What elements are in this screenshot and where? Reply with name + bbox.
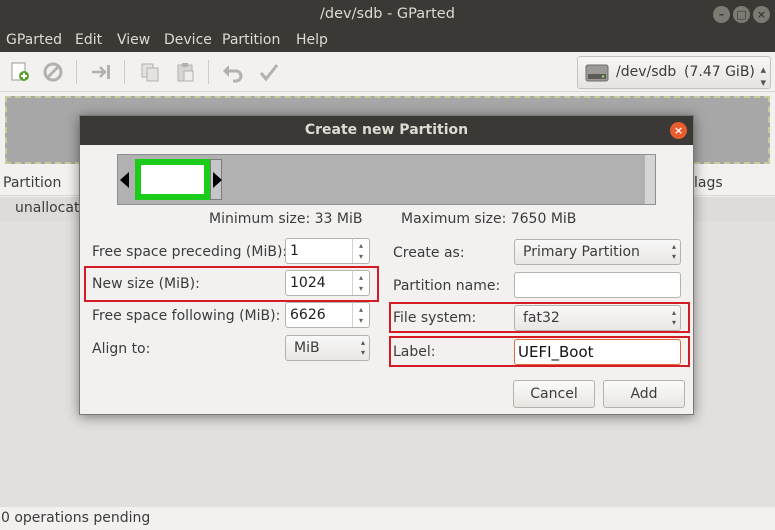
paste-icon[interactable] [174,61,196,83]
undo-icon[interactable] [222,61,244,83]
new-size-label: New size (MiB): [92,276,200,292]
hard-disk-icon [585,64,609,82]
file-system-select[interactable]: fat32 ▴ ▾ [514,305,681,331]
free-space-following-spinner[interactable]: 6626 ▴ ▾ [285,302,370,328]
device-selector[interactable]: /dev/sdb (7.47 GiB) ▴ ▾ [577,56,771,89]
free-space-preceding-value: 1 [290,243,299,259]
label-field[interactable]: UEFI_Boot [514,339,681,365]
minimize-icon[interactable]: – [713,6,730,23]
label-label: Label: [393,344,436,360]
close-icon[interactable]: × [670,122,687,139]
toolbar-separator [208,60,209,84]
copy-icon[interactable] [139,61,161,83]
preview-end [645,155,655,204]
dialog-title-bar: Create new Partition × [80,116,693,145]
new-partition-block[interactable] [135,159,210,200]
toolbar: /dev/sdb (7.47 GiB) ▴ ▾ [0,52,775,92]
label-value: UEFI_Boot [518,343,594,361]
align-to-select[interactable]: MiB ▴ ▾ [285,335,370,361]
menu-help[interactable]: Help [296,32,328,48]
minimum-size-text: Minimum size: 33 MiB [209,211,363,227]
device-size: (7.47 GiB) [684,64,755,80]
free-space-preceding-label: Free space preceding (MiB): [92,244,288,260]
left-resize-handle-icon[interactable] [120,172,129,188]
menu-edit[interactable]: Edit [75,32,102,48]
toolbar-separator [76,60,77,84]
create-as-select[interactable]: Primary Partition ▴ ▾ [514,239,681,265]
add-button[interactable]: Add [603,380,685,408]
spinner-arrows-icon[interactable]: ▴ ▾ [352,303,369,327]
resize-move-icon[interactable] [90,61,112,83]
chevron-updown-icon: ▴ ▾ [360,338,365,357]
menu-device[interactable]: Device [164,32,212,48]
delete-icon[interactable] [42,61,64,83]
create-as-label: Create as: [393,245,465,261]
menu-partition[interactable]: Partition [222,32,280,48]
window-title: /dev/sdb - GParted [320,6,455,22]
align-to-label: Align to: [92,341,151,357]
new-partition-icon[interactable] [9,61,31,83]
menu-view[interactable]: View [117,32,150,48]
menu-bar: GParted Edit View Device Partition Help [0,30,775,52]
spinner-arrows-icon[interactable]: ▴ ▾ [352,239,369,263]
align-to-value: MiB [294,340,320,356]
status-text: 0 operations pending [1,510,151,526]
file-system-label: File system: [393,310,477,326]
partition-size-preview[interactable] [117,154,656,205]
maximize-icon[interactable]: □ [733,6,750,23]
free-space-following-value: 6626 [290,307,326,323]
new-size-value: 1024 [290,275,326,291]
free-space-following-label: Free space following (MiB): [92,308,281,324]
chevron-updown-icon: ▴ ▾ [671,308,676,327]
column-flags[interactable]: lags [694,175,723,191]
partition-name-field[interactable] [514,272,681,298]
cancel-button[interactable]: Cancel [513,380,595,408]
chevron-updown-icon: ▴ ▾ [671,242,676,261]
partition-name-label: Partition name: [393,278,501,294]
column-partition[interactable]: Partition [3,175,61,191]
file-system-value: fat32 [523,310,560,326]
menu-gparted[interactable]: GParted [6,32,62,48]
spinner-arrows-icon[interactable]: ▴ ▾ [352,271,369,295]
create-partition-dialog: Create new Partition × Minimum size: 33 … [79,115,694,415]
right-resize-handle-icon[interactable] [213,172,222,188]
new-size-spinner[interactable]: 1024 ▴ ▾ [285,270,370,296]
create-as-value: Primary Partition [523,244,640,260]
title-bar: /dev/sdb - GParted – □ × [0,0,775,30]
dialog-title: Create new Partition [304,122,469,138]
close-icon[interactable]: × [753,6,770,23]
toolbar-separator [124,60,125,84]
maximum-size-text: Maximum size: 7650 MiB [401,211,577,227]
apply-icon[interactable] [258,61,280,83]
free-space-preceding-spinner[interactable]: 1 ▴ ▾ [285,238,370,264]
status-bar: 0 operations pending [0,507,775,530]
chevron-updown-icon: ▴ ▾ [760,63,766,89]
device-name: /dev/sdb [616,64,677,80]
